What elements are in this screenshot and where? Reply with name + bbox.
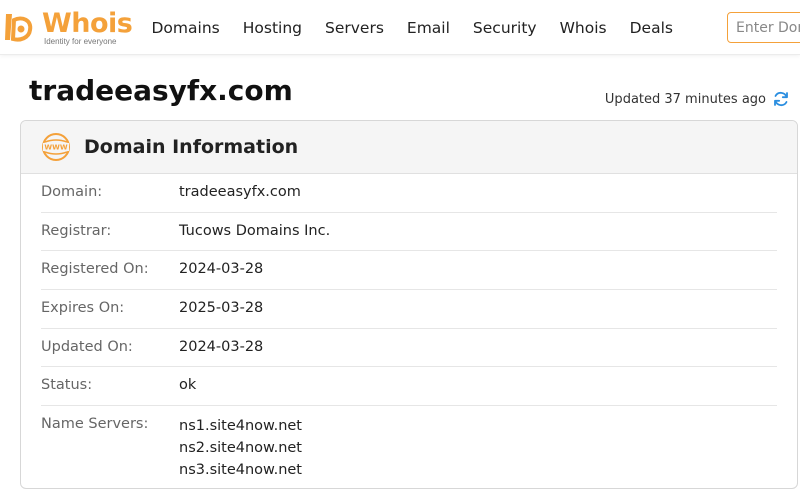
- info-row-registrar: Registrar: Tucows Domains Inc.: [41, 213, 777, 252]
- row-label: Registrar:: [41, 222, 112, 239]
- svg-text:WWW: WWW: [44, 144, 67, 152]
- row-value: ok: [179, 377, 197, 394]
- row-label: Updated On:: [41, 338, 133, 355]
- card-header: WWW Domain Information: [21, 121, 797, 174]
- domain-search-input[interactable]: [727, 12, 800, 43]
- page-title: tradeeasyfx.com: [29, 74, 293, 107]
- name-server-item: ns2.site4now.net: [179, 440, 302, 457]
- row-value: 2024-03-28: [179, 338, 264, 355]
- www-globe-icon: WWW: [42, 133, 70, 161]
- whois-logo-icon: [5, 14, 33, 42]
- nav-item-deals[interactable]: Deals: [630, 19, 673, 37]
- top-navbar: Whois Identity for everyone Domains Host…: [0, 0, 800, 55]
- row-label: Registered On:: [41, 261, 149, 278]
- row-value: 2025-03-28: [179, 300, 264, 317]
- info-row-domain: Domain: tradeeasyfx.com: [41, 174, 777, 213]
- name-server-item: ns3.site4now.net: [179, 462, 302, 479]
- whois-logo[interactable]: Whois Identity for everyone: [2, 8, 133, 48]
- row-value: Tucows Domains Inc.: [179, 222, 331, 239]
- main-nav: Domains Hosting Servers Email Security W…: [140, 0, 684, 55]
- info-row-updated-on: Updated On: 2024-03-28: [41, 329, 777, 368]
- info-row-expires-on: Expires On: 2025-03-28: [41, 290, 777, 329]
- row-label: Domain:: [41, 184, 103, 200]
- row-label: Expires On:: [41, 300, 125, 317]
- nav-item-hosting[interactable]: Hosting: [243, 19, 302, 37]
- info-row-registered-on: Registered On: 2024-03-28: [41, 251, 777, 291]
- nav-item-whois[interactable]: Whois: [560, 19, 607, 37]
- row-label: Status:: [41, 377, 93, 394]
- domain-info-table: Domain: tradeeasyfx.com Registrar: Tucow…: [21, 174, 797, 481]
- row-value: tradeeasyfx.com: [179, 184, 301, 200]
- nav-item-email[interactable]: Email: [407, 19, 450, 37]
- nav-item-domains[interactable]: Domains: [152, 19, 220, 37]
- name-server-item: ns1.site4now.net: [179, 418, 302, 435]
- logo-tagline: Identity for everyone: [44, 37, 117, 46]
- nav-item-servers[interactable]: Servers: [325, 19, 384, 37]
- card-title: Domain Information: [84, 136, 299, 158]
- updated-text: Updated 37 minutes ago: [604, 91, 766, 107]
- updated-status: Updated 37 minutes ago: [605, 90, 790, 108]
- logo-wordmark: Whois: [42, 8, 133, 39]
- row-value: 2024-03-28: [179, 261, 264, 278]
- row-label: Name Servers:: [41, 416, 149, 433]
- domain-information-card: WWW Domain Information Domain: tradeeasy…: [20, 120, 798, 489]
- nav-item-security[interactable]: Security: [473, 19, 537, 37]
- info-row-status: Status: ok: [41, 367, 777, 407]
- refresh-icon[interactable]: [772, 90, 790, 108]
- info-row-name-servers: Name Servers: ns1.site4now.net ns2.site4…: [41, 406, 777, 481]
- name-server-list: ns1.site4now.net ns2.site4now.net ns3.si…: [179, 406, 302, 481]
